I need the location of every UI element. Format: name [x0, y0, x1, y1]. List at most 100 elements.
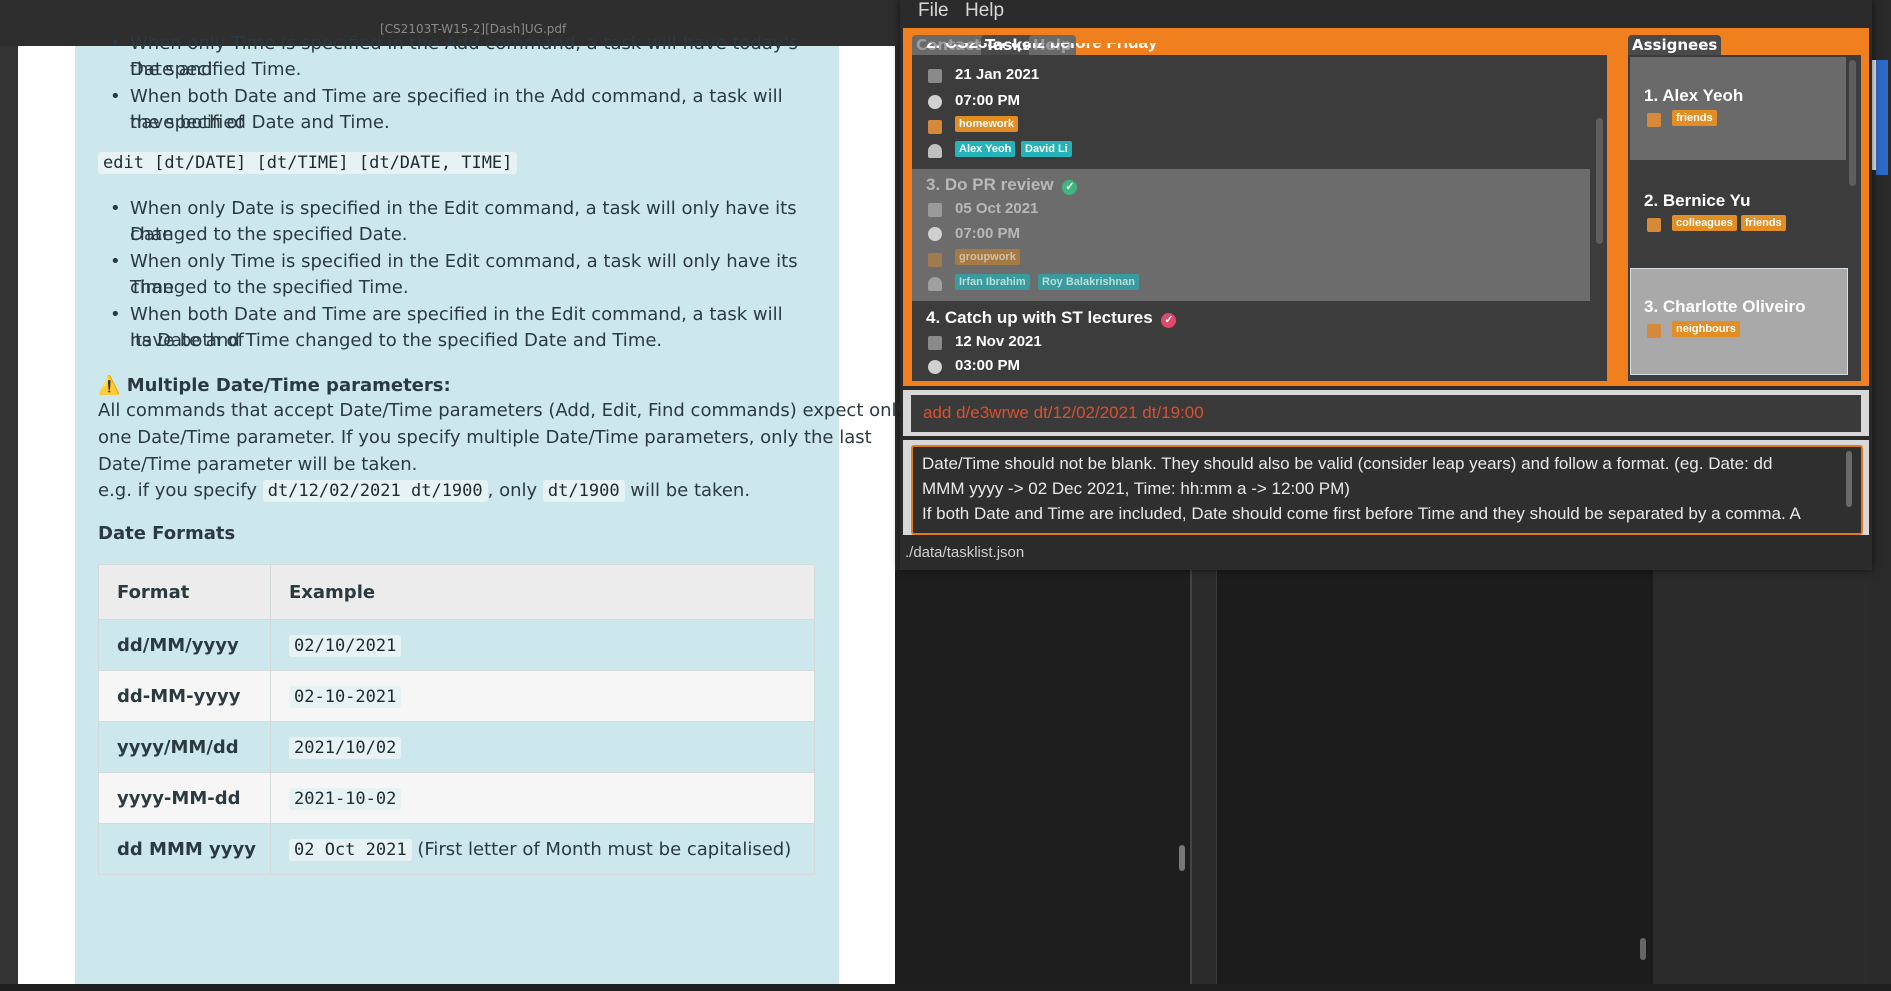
clock-icon — [928, 226, 942, 245]
pdf-sidebar-strip — [0, 46, 18, 991]
pdf-text-line: changed to the specified Date. — [130, 224, 408, 245]
edit-syntax-code: edit [dt/DATE] [dt/TIME] [dt/DATE, TIME] — [98, 152, 518, 174]
warning-icon: ⚠️ — [98, 375, 121, 396]
code-inline: 2021-10-02 — [289, 787, 402, 810]
result-line: If both Date and Time are included, Date… — [922, 504, 1801, 523]
scrollbar-thumb[interactable] — [1846, 451, 1852, 507]
scrollbar-thumb[interactable] — [1596, 118, 1603, 244]
text: , only — [487, 480, 538, 501]
pdf-text-line: its Date and Time changed to the specifi… — [130, 330, 663, 351]
task-tag: homework — [955, 116, 1019, 132]
code-inline: 02/10/2021 — [289, 634, 402, 657]
table-note: (First letter of Month must be capitalis… — [417, 838, 792, 860]
incomplete-icon: ✓ — [1161, 313, 1177, 328]
calendar-icon — [928, 68, 942, 87]
tag-icon — [928, 252, 942, 271]
table-cell-format: dd-MM-yyyy — [98, 670, 271, 722]
table-cell-example: 02 Oct 2021 (First letter of Month must … — [270, 823, 815, 875]
taskbar-edge — [0, 984, 1891, 991]
text: e.g. if you specify — [98, 480, 257, 501]
example-line: e.g. if you specify dt/12/02/2021 dt/190… — [98, 478, 750, 504]
date-formats-table: Format Example dd/MM/yyyy 02/10/2021 dd-… — [98, 564, 815, 875]
check-icon: ✓ — [1062, 180, 1078, 195]
table-row: yyyy-MM-dd 2021-10-02 — [98, 772, 815, 824]
pdf-text-line: Date/Time parameter will be taken. — [98, 454, 418, 475]
task-title: 3. Do PR review ✓ — [926, 175, 1078, 195]
task-title: 4. Catch up with ST lectures ✓ — [926, 308, 1177, 328]
clock-icon — [928, 94, 942, 113]
task-date: 12 Nov 2021 — [955, 333, 1042, 350]
clock-icon — [928, 359, 942, 378]
table-row: dd-MM-yyyy 02-10-2021 — [98, 670, 815, 722]
task-time: 07:00 PM — [955, 92, 1021, 109]
menu-file[interactable]: File — [918, 0, 949, 22]
table-cell-example: 2021/10/02 — [270, 721, 815, 773]
assignee-card[interactable] — [1630, 57, 1846, 160]
code-inline: 02 Oct 2021 — [289, 838, 412, 861]
code-block: edit [dt/DATE] [dt/TIME] [dt/DATE, TIME] — [98, 152, 518, 174]
background-window — [895, 570, 1192, 984]
assignee-tag: neighbours — [1672, 321, 1740, 337]
table-cell-format: dd MMM yyyy — [98, 823, 271, 875]
assignee-name: 3. Charlotte Oliveiro — [1644, 297, 1806, 316]
text: will be taken. — [630, 480, 751, 501]
pdf-text-line: the specified Date and Time. — [130, 112, 390, 133]
assignees-header: Assignees — [1628, 35, 1722, 55]
code-inline: 2021/10/02 — [289, 736, 402, 759]
table-cell-example: 02-10-2021 — [270, 670, 815, 722]
assignee-name: 1. Alex Yeoh — [1644, 86, 1744, 105]
code-inline: dt/12/02/2021 dt/1900 — [262, 480, 488, 502]
table-cell-example: 02/10/2021 — [270, 619, 815, 671]
table-row: dd/MM/yyyy 02/10/2021 — [98, 619, 815, 671]
calendar-icon — [928, 335, 942, 354]
calendar-icon — [928, 202, 942, 221]
pdf-text-line: one Date/Time parameter. If you specify … — [98, 427, 872, 448]
task-assignee-tag: Roy Balakrishnan — [1038, 274, 1139, 290]
warning-heading: ⚠️ Multiple Date/Time parameters: — [98, 373, 451, 399]
menu-bar — [900, 0, 1872, 28]
task-time: 07:00 PM — [955, 225, 1021, 242]
scrollbar-thumb[interactable] — [1179, 845, 1185, 871]
pdf-text-line: All commands that accept Date/Time param… — [98, 400, 908, 421]
task-title-text: 3. Do PR review — [926, 175, 1054, 194]
assignee-card[interactable] — [1630, 161, 1846, 266]
scrollbar-thumb[interactable] — [1640, 938, 1646, 960]
table-cell-format: yyyy-MM-dd — [98, 772, 271, 824]
tag-icon — [1647, 323, 1661, 342]
table-row: yyyy/MM/dd 2021/10/02 — [98, 721, 815, 773]
result-line: Date/Time should not be blank. They shou… — [922, 454, 1773, 473]
task-assignee-tag: Alex Yeoh — [955, 141, 1016, 157]
table-cell-format: yyyy/MM/dd — [98, 721, 271, 773]
table-cell-example: 2021-10-02 — [270, 772, 815, 824]
task-tag: groupwork — [955, 249, 1020, 265]
task-time: 03:00 PM — [955, 357, 1021, 374]
task-date: 05 Oct 2021 — [955, 200, 1039, 217]
table-header: Format — [98, 564, 271, 620]
date-formats-heading: Date Formats — [98, 523, 236, 544]
assignee-tag: friends — [1741, 215, 1786, 231]
tag-icon — [1647, 112, 1661, 131]
scrollbar-thumb[interactable] — [1849, 60, 1856, 186]
code-inline: dt/1900 — [542, 480, 625, 502]
task-assignee-tag: Irfan Ibrahim — [955, 274, 1030, 290]
tag-icon — [1647, 217, 1661, 236]
assignee-tag: friends — [1672, 110, 1717, 126]
warning-heading-text: Multiple Date/Time parameters: — [126, 375, 451, 396]
menu-help[interactable]: Help — [965, 0, 1004, 22]
tag-icon — [928, 119, 942, 138]
task-assignee-tag: David Li — [1021, 141, 1072, 157]
task-title: 2. CS2334 quiz before Friday — [926, 43, 1157, 55]
pdf-text-line: the specified Time. — [130, 59, 302, 80]
assignee-name: 2. Bernice Yu — [1644, 191, 1751, 210]
result-line: MMM yyyy -> 02 Dec 2021, Time: hh:mm a -… — [922, 479, 1350, 498]
table-row: dd MMM yyyy 02 Oct 2021 (First letter of… — [98, 823, 815, 875]
task-title-text: 4. Catch up with ST lectures — [926, 308, 1153, 327]
code-inline: 02-10-2021 — [289, 685, 402, 708]
background-window — [1216, 570, 1653, 991]
background-window-edge — [1876, 60, 1888, 175]
person-icon — [928, 143, 942, 162]
pdf-text-line: changed to the specified Time. — [130, 277, 409, 298]
command-input-text[interactable]: add d/e3wrwe dt/12/02/2021 dt/19:00 — [923, 403, 1204, 423]
person-icon — [928, 276, 942, 295]
table-header: Example — [270, 564, 815, 620]
